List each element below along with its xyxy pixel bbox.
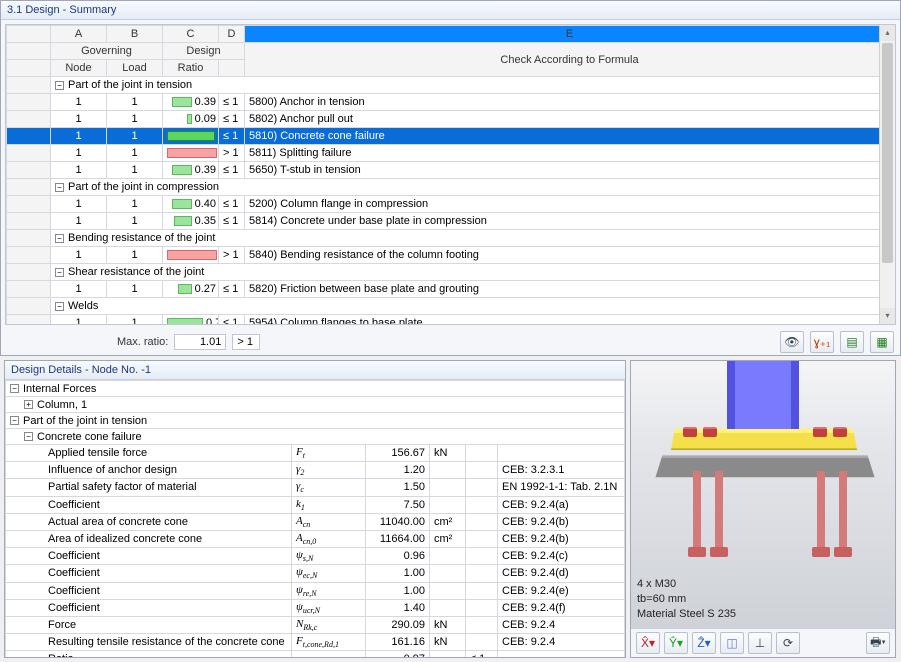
details-tree-row[interactable]: −Internal Forces — [6, 381, 625, 397]
collapse-icon[interactable]: − — [55, 302, 64, 311]
details-row[interactable]: Coefficient ψs,N 0.96 CEB: 9.2.4(c) — [6, 548, 625, 565]
perpendicular-button[interactable]: ⊥ — [748, 632, 772, 654]
col-letter-D[interactable]: D — [219, 26, 245, 43]
bolt-head — [813, 427, 827, 437]
details-row[interactable]: Partial safety factor of material γc 1.5… — [6, 479, 625, 496]
axis-z-button[interactable]: Ẑ▾ — [692, 632, 716, 654]
viewer-info-line: 4 x M30 — [637, 577, 736, 592]
viewer-info: 4 x M30 tb=60 mm Material Steel S 235 — [637, 577, 736, 622]
filter-button[interactable]: ɣ₊₁ — [810, 331, 834, 353]
table-row[interactable]: 1 1 0.39 ≤ 1 5800) Anchor in tension — [7, 94, 895, 111]
details-row[interactable]: Coefficient ψec,N 1.00 CEB: 9.2.4(d) — [6, 565, 625, 582]
details-row[interactable]: Force NRk,c 290.09 kN CEB: 9.2.4 — [6, 616, 625, 633]
3d-view-button[interactable]: ◫ — [720, 632, 744, 654]
viewer-info-line: Material Steel S 235 — [637, 607, 736, 622]
table-row[interactable]: 1 1 0.09 ≤ 1 5802) Anchor pull out — [7, 111, 895, 128]
max-ratio-label: Max. ratio: — [117, 336, 168, 348]
details-tree-row[interactable]: +Column, 1 — [6, 397, 625, 413]
details-row[interactable]: Actual area of concrete cone Acn 11040.0… — [6, 513, 625, 530]
table-row[interactable]: 1 1 0.40 ≤ 1 5200) Column flange in comp… — [7, 196, 895, 213]
group-row[interactable]: −Shear resistance of the joint — [51, 264, 895, 281]
design-details-panel: Design Details - Node No. -1 −Internal F… — [4, 360, 626, 658]
details-toggle-button[interactable]: ▤ — [840, 331, 864, 353]
col-letter-B[interactable]: B — [107, 26, 163, 43]
table-row[interactable]: 1 1 1.01 > 1 5811) Splitting failure — [7, 145, 895, 162]
col-letter-A[interactable]: A — [51, 26, 107, 43]
details-tree-row[interactable]: −Part of the joint in tension — [6, 413, 625, 429]
end-plate — [671, 429, 857, 450]
scroll-down-icon[interactable]: ▾ — [880, 308, 895, 324]
header-load: Load — [107, 60, 163, 77]
header-check: Check According to Formula — [245, 43, 895, 77]
viewer-toolbar: X̂▾ Ŷ▾ Ẑ▾ ◫ ⊥ ⟳ 🖶▾ — [631, 628, 895, 657]
header-governing: Governing — [51, 43, 163, 60]
max-ratio-value: 1.01 — [174, 334, 226, 350]
panel-title: 3.1 Design - Summary — [1, 1, 900, 20]
scroll-up-icon[interactable]: ▴ — [880, 25, 895, 41]
details-tree-row[interactable]: −Concrete cone failure — [6, 429, 625, 445]
bolt-head — [833, 427, 847, 437]
details-title: Design Details - Node No. -1 — [5, 361, 625, 380]
table-row[interactable]: 1 1 0.71 ≤ 1 5954) Column flanges to bas… — [7, 315, 895, 326]
axis-y-button[interactable]: Ŷ▾ — [664, 632, 688, 654]
refresh-button[interactable]: ⟳ — [776, 632, 800, 654]
anchor-rod — [693, 471, 701, 551]
group-row[interactable]: −Part of the joint in tension — [51, 77, 895, 94]
column — [727, 361, 799, 429]
header-ratio: Ratio — [163, 60, 219, 77]
table-row[interactable]: 1 1 0.27 ≤ 1 5820) Friction between base… — [7, 281, 895, 298]
summary-grid[interactable]: A B C D E Governing Design Check Accordi… — [5, 24, 896, 325]
table-row[interactable]: 1 1 0.35 ≤ 1 5814) Concrete under base p… — [7, 213, 895, 230]
table-row[interactable]: 1 1 0.39 ≤ 1 5650) T-stub in tension — [7, 162, 895, 179]
details-row[interactable]: Coefficient k1 7.50 CEB: 9.2.4(a) — [6, 496, 625, 513]
bolt-head — [683, 427, 697, 437]
max-ratio-op: > 1 — [232, 334, 260, 350]
viewer-panel: 4 x M30 tb=60 mm Material Steel S 235 X̂… — [630, 360, 896, 658]
details-row[interactable]: Applied tensile force Ft 156.67 kN — [6, 445, 625, 462]
details-row[interactable]: Area of idealized concrete cone Acn,0 11… — [6, 530, 625, 547]
max-ratio-bar: Max. ratio: 1.01 > 1 👁 ɣ₊₁ ▤ ▦ — [1, 329, 900, 355]
table-row[interactable]: 1 1 1.01 > 1 5840) Bending resistance of… — [7, 247, 895, 264]
tree-toggle-icon[interactable]: − — [10, 384, 19, 393]
details-row[interactable]: Coefficient ψucr,N 1.40 CEB: 9.2.4(f) — [6, 599, 625, 616]
viewer-info-line: tb=60 mm — [637, 592, 736, 607]
anchor-rod — [817, 471, 825, 551]
collapse-icon[interactable]: − — [55, 234, 64, 243]
anchor-rod — [715, 471, 723, 551]
viewer-canvas[interactable]: 4 x M30 tb=60 mm Material Steel S 235 — [631, 361, 895, 628]
details-row[interactable]: Resulting tensile resistance of the conc… — [6, 634, 625, 651]
corner-header — [7, 26, 51, 43]
bolt-head — [703, 427, 717, 437]
details-row[interactable]: Coefficient ψre,N 1.00 CEB: 9.2.4(e) — [6, 582, 625, 599]
axis-x-button[interactable]: X̂▾ — [636, 632, 660, 654]
header-node: Node — [51, 60, 107, 77]
col-letter-C[interactable]: C — [163, 26, 219, 43]
col-letter-E[interactable]: E — [245, 26, 895, 43]
collapse-icon[interactable]: − — [55, 268, 64, 277]
design-summary-panel: 3.1 Design - Summary A B C D E Governing… — [0, 0, 901, 356]
view-eye-button[interactable]: 👁 — [780, 331, 804, 353]
tree-toggle-icon[interactable]: + — [24, 400, 33, 409]
anchor-rod — [839, 471, 847, 551]
export-excel-button[interactable]: ▦ — [870, 331, 894, 353]
group-row[interactable]: −Bending resistance of the joint — [51, 230, 895, 247]
table-row[interactable]: 1 1 0.97 ≤ 1 5810) Concrete cone failure — [7, 128, 895, 145]
tree-toggle-icon[interactable]: − — [10, 416, 19, 425]
tree-toggle-icon[interactable]: − — [24, 432, 33, 441]
collapse-icon[interactable]: − — [55, 81, 64, 90]
group-row[interactable]: −Welds — [51, 298, 895, 315]
details-row[interactable]: Ratio η 0.97 ≤ 1 — [6, 651, 625, 657]
scroll-thumb[interactable] — [882, 43, 893, 263]
group-row[interactable]: −Part of the joint in compression — [51, 179, 895, 196]
header-op — [219, 60, 245, 77]
collapse-icon[interactable]: − — [55, 183, 64, 192]
print-button[interactable]: 🖶▾ — [866, 632, 890, 654]
details-row[interactable]: Influence of anchor design γ2 1.20 CEB: … — [6, 462, 625, 479]
header-design: Design — [163, 43, 245, 60]
grid-scrollbar[interactable]: ▴ ▾ — [879, 25, 895, 324]
